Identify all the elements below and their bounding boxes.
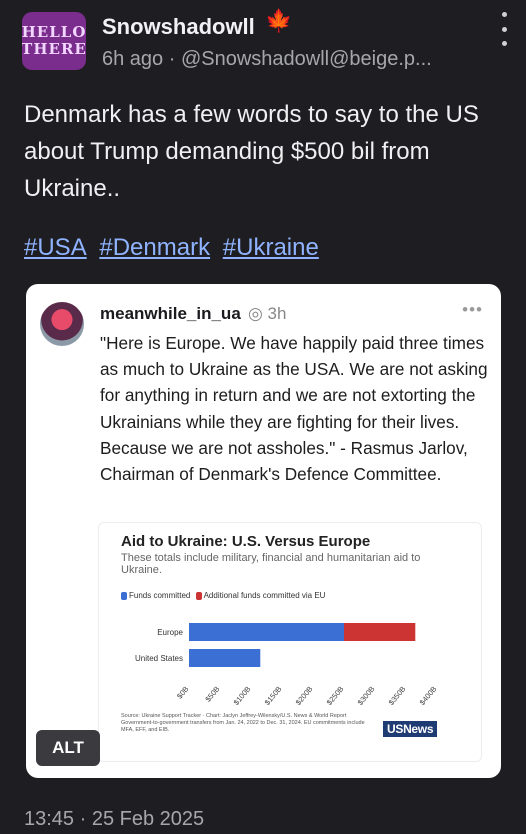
x-tick-label: $0B <box>175 685 190 701</box>
bar-eu-europe <box>344 623 416 641</box>
hashtag-link[interactable]: #Denmark <box>99 234 210 261</box>
quoted-author-name[interactable]: meanwhile_in_ua <box>100 304 241 324</box>
quoted-post-card[interactable]: meanwhile_in_ua ◎ 3h ••• "Here is Europe… <box>26 284 501 778</box>
x-tick-label: $150B <box>263 685 284 707</box>
usnews-logo: USNews <box>383 721 438 737</box>
post-body: Denmark has a few words to say to the US… <box>24 101 479 202</box>
post-meta: 6h ago · @Snowshadowll@beige.p... <box>102 48 432 70</box>
quoted-more-icon[interactable]: ••• <box>462 300 483 320</box>
category-label: Europe <box>157 628 183 637</box>
bar-committed-united-states <box>189 649 261 667</box>
x-tick-label: $350B <box>387 685 408 707</box>
chart-image[interactable]: Aid to Ukraine: U.S. Versus Europe These… <box>98 522 482 762</box>
x-tick-label: $50B <box>203 685 221 704</box>
x-tick-label: $100B <box>232 685 253 707</box>
maple-leaf-icon: 🍁 <box>265 8 293 33</box>
chart-source: Source: Ukraine Support Tracker · Chart:… <box>121 713 371 734</box>
quoted-post-time: ◎ 3h <box>248 304 287 323</box>
chart-source-line: Source: Ukraine Support Tracker · Chart:… <box>121 713 347 719</box>
x-tick-label: $200B <box>294 685 315 707</box>
quoted-avatar[interactable] <box>40 302 84 346</box>
author-name[interactable]: Snowshadowll <box>102 14 255 40</box>
avatar-text-bottom: THERE <box>22 40 86 58</box>
hashtag-list: #USA #Denmark #Ukraine <box>24 234 325 262</box>
avatar[interactable]: HELLO THERE <box>22 12 86 70</box>
post-date: 25 Feb 2025 <box>91 808 205 830</box>
avatar-text-top: HELLO <box>22 23 86 41</box>
more-options-icon[interactable] <box>496 12 512 46</box>
category-label: United States <box>135 654 183 663</box>
x-tick-label: $300B <box>356 685 377 707</box>
hashtag-link[interactable]: #Ukraine <box>223 234 319 261</box>
post-timestamp: 13:45 · 25 Feb 2025 <box>24 808 204 831</box>
quoted-post-text: "Here is Europe. We have happily paid th… <box>100 333 488 485</box>
bar-committed-europe <box>189 623 344 641</box>
x-tick-label: $250B <box>325 685 346 707</box>
separator-dot: · <box>79 808 92 830</box>
post-time: 13:45 <box>24 808 75 830</box>
x-tick-label: $400B <box>418 685 439 707</box>
post-header: HELLO THERE Snowshadowll 🍁 6h ago · @Sno… <box>22 8 512 76</box>
chart-note-line: Government-to-government transfers from … <box>121 720 365 733</box>
hashtag-link[interactable]: #USA <box>24 234 87 261</box>
alt-text-button[interactable]: ALT <box>36 730 100 766</box>
